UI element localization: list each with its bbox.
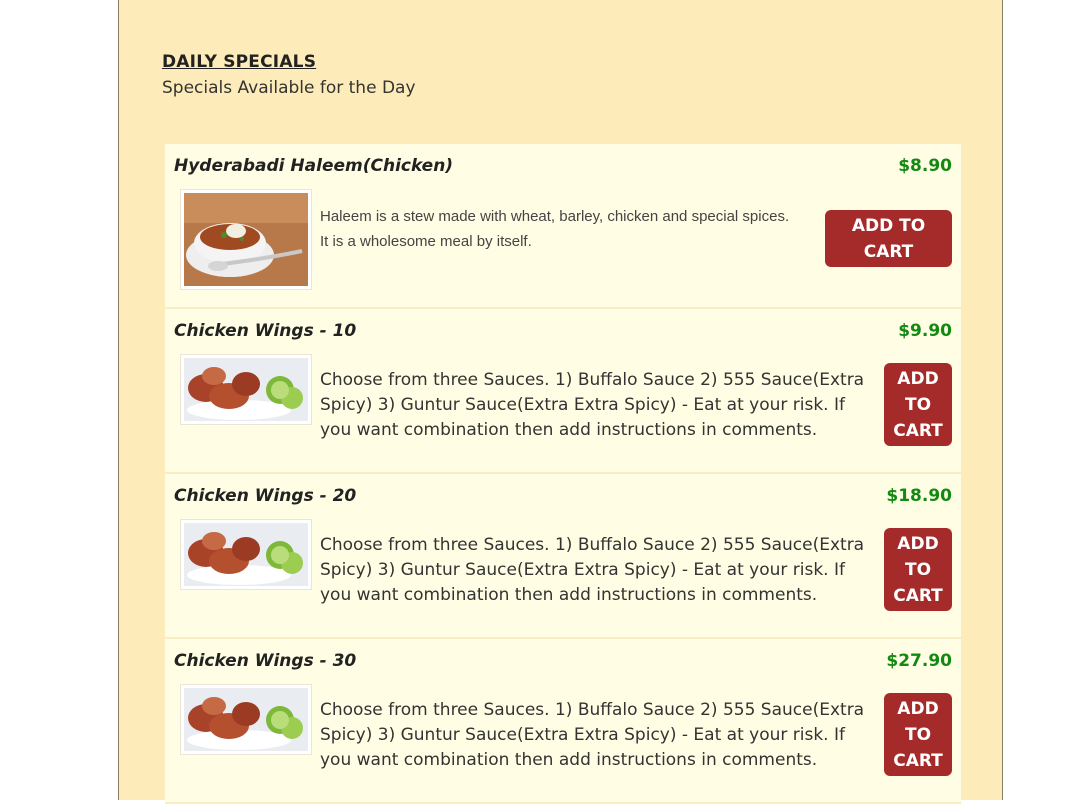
item-description: Choose from three Sauces. 1) Buffalo Sau… [320, 370, 865, 440]
menu-item: Hyderabadi Haleem(Chicken) $8.90 Haleem … [165, 144, 961, 309]
item-description: Choose from three Sauces. 1) Buffalo Sau… [320, 700, 865, 770]
item-price: $8.90 [898, 156, 952, 176]
item-price: $9.90 [898, 321, 952, 341]
item-description: Choose from three Sauces. 1) Buffalo Sau… [320, 535, 865, 605]
item-name: Chicken Wings - 20 [174, 486, 357, 506]
menu-list: Hyderabadi Haleem(Chicken) $8.90 Haleem … [165, 144, 961, 804]
menu-item: Chicken Wings - 10 $9.90 Choose from thr… [165, 309, 961, 474]
item-name: Hyderabadi Haleem(Chicken) [174, 156, 454, 176]
add-to-cart-button[interactable]: ADD TO CART [825, 210, 952, 267]
menu-item: Chicken Wings - 20 $18.90 Choose from th… [165, 474, 961, 639]
item-name: Chicken Wings - 30 [174, 651, 357, 671]
item-name: Chicken Wings - 10 [174, 321, 357, 341]
chicken-wings-image [180, 354, 312, 425]
add-to-cart-button[interactable]: ADD TO CART [884, 363, 952, 446]
haleem-bowl-image [180, 189, 312, 290]
section-subtitle: Specials Available for the Day [162, 78, 416, 98]
add-to-cart-button[interactable]: ADD TO CART [884, 528, 952, 611]
item-description: Haleem is a stew made with wheat, barley… [320, 208, 790, 250]
specials-panel: DAILY SPECIALS Specials Available for th… [118, 0, 1003, 804]
add-to-cart-button[interactable]: ADD TO CART [884, 693, 952, 776]
section-title: DAILY SPECIALS [162, 52, 317, 72]
item-price: $27.90 [886, 651, 952, 671]
chicken-wings-image [180, 684, 312, 755]
menu-item: Chicken Wings - 30 $27.90 Choose from th… [165, 639, 961, 804]
item-price: $18.90 [886, 486, 952, 506]
chicken-wings-image [180, 519, 312, 590]
